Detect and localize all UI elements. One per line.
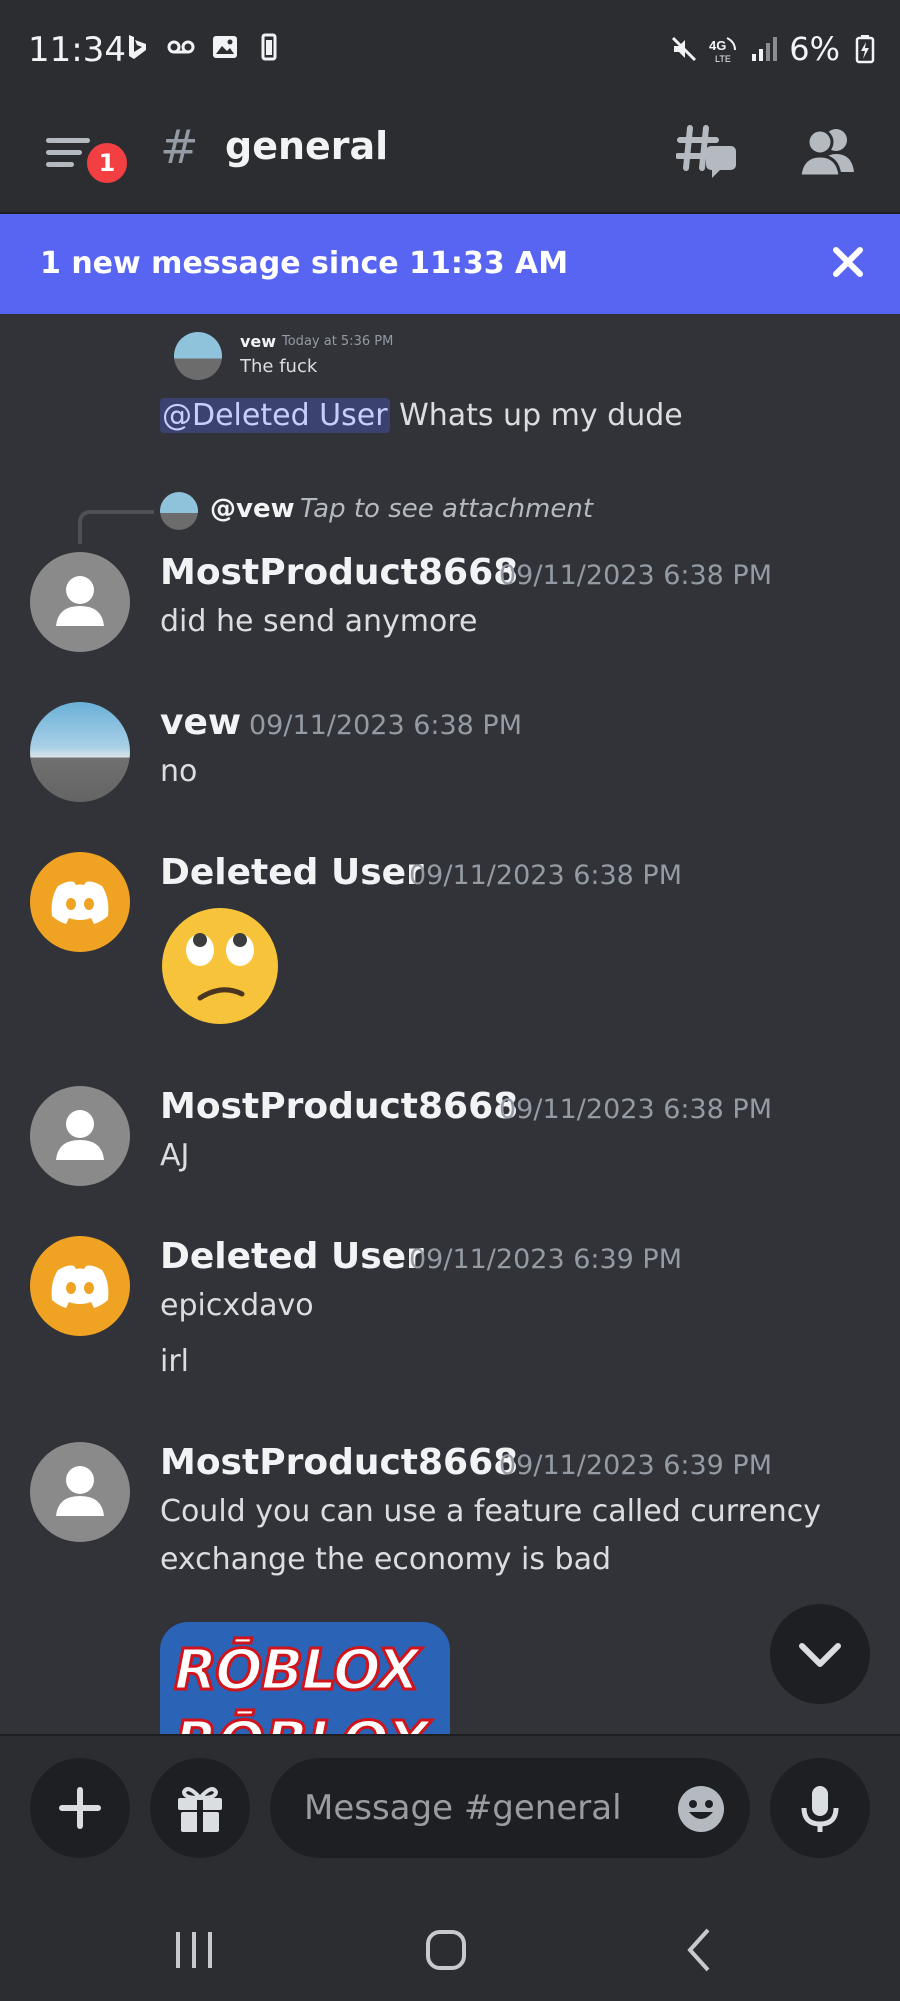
message-author[interactable]: MostProduct8668	[160, 1442, 518, 1483]
attachment-logo-text-repeat: RŌBLOX	[173, 1709, 432, 1735]
message-text: AJ	[160, 1138, 190, 1173]
message-text: no	[160, 754, 198, 789]
avatar[interactable]	[30, 702, 130, 802]
message-author[interactable]: vew	[160, 702, 241, 743]
new-messages-text: 1 new message since 11:33 AM	[40, 246, 569, 281]
reply-author: vew	[240, 332, 277, 351]
message-timestamp: 09/11/2023 6:38 PM	[249, 710, 522, 741]
recent-apps-icon[interactable]	[164, 1920, 224, 1980]
message-text: @Deleted User Whats up my dude	[160, 398, 683, 433]
battery-percent: 6%	[789, 30, 840, 68]
message-timestamp: 09/11/2023 6:38 PM	[409, 860, 682, 891]
default-user-icon	[56, 576, 104, 626]
eye-roll-emoji-icon	[162, 908, 278, 1024]
message-timestamp: 09/11/2023 6:39 PM	[499, 1450, 772, 1481]
add-attachment-button[interactable]	[30, 1758, 130, 1858]
voice-message-button[interactable]	[770, 1758, 870, 1858]
system-nav-bar	[0, 1900, 900, 1999]
default-user-icon	[56, 1110, 104, 1160]
avatar[interactable]	[30, 852, 130, 952]
status-right-icons: 4G LTE 6%	[669, 30, 880, 68]
message-text: exchange the economy is bad	[160, 1542, 612, 1577]
gift-icon	[178, 1787, 222, 1832]
reply-attachment-text: Tap to see attachment	[300, 494, 594, 524]
message-author[interactable]: Deleted User	[160, 1236, 424, 1277]
microphone-icon	[801, 1786, 839, 1832]
jump-to-bottom-button[interactable]	[770, 1604, 870, 1704]
message-input[interactable]: Message #general	[270, 1758, 750, 1858]
svg-text:4G: 4G	[709, 38, 726, 53]
user-mention[interactable]: @Deleted User	[160, 398, 390, 433]
image-attachment[interactable]: RŌBLOX RŌBLOX	[160, 1622, 450, 1734]
emoji-icon[interactable]	[676, 1784, 726, 1834]
notification-badge: 1	[82, 138, 132, 188]
reply-connector	[78, 510, 154, 544]
reply-text: The fuck	[240, 356, 318, 377]
message-author[interactable]: Deleted User	[160, 852, 424, 893]
attachment-logo-text: RŌBLOX	[173, 1637, 422, 1705]
message-timestamp: 09/11/2023 6:38 PM	[499, 560, 772, 591]
message-content: Whats up my dude	[389, 398, 683, 433]
channel-header: 1 # general	[0, 100, 900, 214]
message-text: irl	[160, 1344, 190, 1379]
new-messages-banner[interactable]: 1 new message since 11:33 AM	[0, 214, 900, 314]
chevron-down-icon	[799, 1643, 841, 1667]
plus-icon	[59, 1787, 101, 1829]
avatar	[160, 492, 198, 530]
battery-charging-icon	[855, 35, 875, 64]
gallery-icon	[213, 36, 237, 58]
bing-icon	[129, 35, 146, 59]
channel-hash-icon: #	[160, 120, 199, 174]
back-icon[interactable]	[670, 1920, 730, 1980]
members-icon[interactable]	[796, 120, 860, 184]
avatar[interactable]	[30, 1086, 130, 1186]
close-icon[interactable]	[826, 240, 870, 284]
message-timestamp: 09/11/2023 6:38 PM	[499, 1094, 772, 1125]
channel-title[interactable]: general	[225, 124, 388, 168]
message-text: did he send anymore	[160, 604, 478, 639]
discord-logo-icon	[51, 1265, 109, 1308]
gift-button[interactable]	[150, 1758, 250, 1858]
message-text: epicxdavo	[160, 1288, 314, 1323]
avatar	[174, 332, 222, 380]
message-list[interactable]: vew Today at 5:36 PM The fuck @Deleted U…	[0, 314, 900, 1734]
avatar[interactable]	[30, 1236, 130, 1336]
avatar[interactable]	[30, 1442, 130, 1542]
avatar[interactable]	[30, 552, 130, 652]
message-text: Could you can use a feature called curre…	[160, 1494, 822, 1529]
reply-author: @vew	[210, 494, 295, 524]
home-icon[interactable]	[416, 1920, 476, 1980]
status-time: 11:34	[28, 30, 126, 70]
svg-text:LTE: LTE	[715, 54, 731, 64]
message-input-placeholder: Message #general	[304, 1788, 622, 1828]
message-author[interactable]: MostProduct8668	[160, 1086, 518, 1127]
discord-logo-icon	[51, 881, 109, 924]
mute-icon	[672, 36, 697, 62]
threads-icon[interactable]	[676, 120, 740, 184]
reply-timestamp: Today at 5:36 PM	[282, 334, 394, 349]
4g-lte-icon: 4GLTE	[709, 37, 737, 64]
battery-saver-icon	[261, 33, 277, 61]
signal-icon	[752, 37, 778, 61]
status-bar: 11:34 4G LTE 6%	[0, 0, 900, 100]
default-user-icon	[56, 1466, 104, 1516]
message-timestamp: 09/11/2023 6:39 PM	[409, 1244, 682, 1275]
status-left-icons	[122, 32, 284, 62]
message-author[interactable]: MostProduct8668	[160, 552, 518, 593]
voicemail-icon	[167, 40, 195, 54]
